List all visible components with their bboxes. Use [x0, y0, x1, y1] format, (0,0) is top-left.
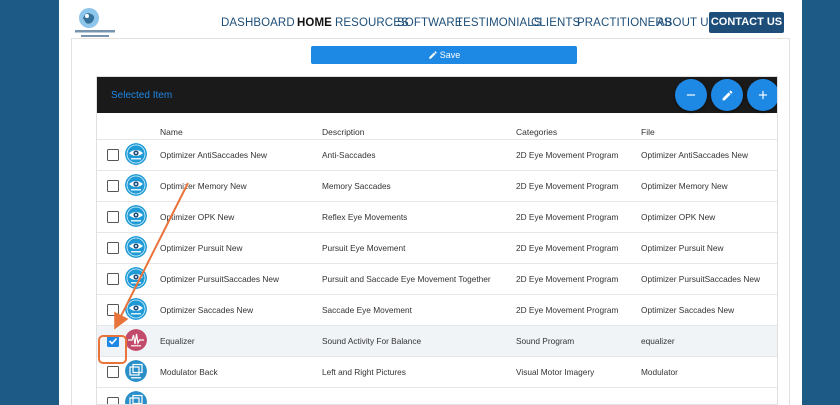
autonomous-brain-logo[interactable]	[73, 6, 117, 40]
row-name: Optimizer Saccades New	[160, 305, 254, 315]
row-description: Memory Saccades	[322, 181, 391, 191]
table-row[interactable]: Optimizer Saccades New Saccade Eye Moveme…	[97, 294, 777, 325]
row-description: Pursuit Eye Movement	[322, 243, 406, 253]
row-checkbox[interactable]	[107, 366, 119, 378]
toolbar-title: Selected Item	[111, 90, 173, 101]
row-file: Optimizer Pursuit New	[641, 243, 724, 253]
row-file: equalizer	[641, 336, 675, 346]
items-table: Selected Item Name Description Categorie…	[96, 76, 778, 405]
row-checkbox[interactable]	[107, 180, 119, 192]
row-name: Optimizer OPK New	[160, 212, 235, 222]
table-row[interactable]: Modulator Back Left and Right Pictures Vis…	[97, 356, 777, 387]
row-file: Optimizer Saccades New	[641, 305, 735, 315]
row-name: Optimizer Memory New	[160, 181, 247, 191]
row-category: 2D Eye Movement Program	[516, 305, 619, 315]
nav-dashboard[interactable]: DASHBOARD	[221, 17, 295, 29]
row-name: Equalizer	[160, 336, 195, 346]
row-description: Reflex Eye Movements	[322, 212, 408, 222]
row-description: Anti-Saccades	[322, 150, 376, 160]
table-toolbar: Selected Item	[97, 77, 777, 113]
row-description: Saccade Eye Movement	[322, 305, 412, 315]
row-category: 2D Eye Movement Program	[516, 181, 619, 191]
row-file: Optimizer Memory New	[641, 181, 728, 191]
check-icon	[108, 337, 118, 345]
table-row[interactable]: Optimizer PursuitSaccades New Pursuit and…	[97, 263, 777, 294]
table-row[interactable]: Optimizer Pursuit New Pursuit Eye Movemen…	[97, 232, 777, 263]
save-button[interactable]: Save	[311, 46, 577, 64]
edit-button[interactable]	[711, 79, 743, 111]
row-checkbox[interactable]	[107, 335, 119, 347]
column-header-categories[interactable]: Categories	[516, 127, 557, 137]
pencil-icon	[428, 51, 437, 59]
contact-us-button[interactable]: CONTACT US	[709, 12, 784, 33]
row-checkbox[interactable]	[107, 273, 119, 285]
nav-about-us[interactable]: ABOUT US	[657, 17, 716, 29]
row-checkbox[interactable]	[107, 304, 119, 316]
row-category: 2D Eye Movement Program	[516, 150, 619, 160]
table-row[interactable]: Equalizer Sound Activity For Balance Sound…	[97, 325, 777, 356]
pencil-icon	[722, 90, 732, 100]
row-description: Sound Activity For Balance	[322, 336, 422, 346]
add-button[interactable]	[747, 79, 777, 111]
table-row[interactable]: Optimizer AntiSaccades New Anti-Saccades 2…	[97, 139, 777, 170]
row-name: Optimizer PursuitSaccades New	[160, 274, 279, 284]
save-label: Save	[439, 50, 461, 60]
row-category: Visual Motor Imagery	[516, 367, 595, 377]
row-file: Optimizer OPK New	[641, 212, 716, 222]
row-category: 2D Eye Movement Program	[516, 212, 619, 222]
column-header-name[interactable]: Name	[160, 127, 183, 137]
row-name: Optimizer AntiSaccades New	[160, 150, 267, 160]
eye-icon	[125, 174, 147, 196]
row-file: Optimizer PursuitSaccades New	[641, 274, 760, 284]
nav-testimonials[interactable]: TESTIMONIALS	[456, 17, 542, 29]
row-checkbox[interactable]	[107, 242, 119, 254]
row-file: Modulator	[641, 367, 678, 377]
sound-wave-icon	[125, 329, 147, 351]
page: DASHBOARD HOME RESOURCES SOFTWARE TESTIM…	[59, 0, 802, 405]
row-file: Optimizer AntiSaccades New	[641, 150, 748, 160]
table-row[interactable]: Optimizer Memory New Memory Saccades 2D Ey…	[97, 170, 777, 201]
row-category: Sound Program	[516, 336, 575, 346]
row-category: 2D Eye Movement Program	[516, 243, 619, 253]
row-description: Left and Right Pictures	[322, 367, 406, 377]
remove-button[interactable]	[675, 79, 707, 111]
nav-software[interactable]: SOFTWARE	[397, 17, 463, 29]
row-checkbox[interactable]	[107, 211, 119, 223]
row-name: Optimizer Pursuit New	[160, 243, 243, 253]
table-row[interactable]: Optimizer OPK New Reflex Eye Movements 2D …	[97, 201, 777, 232]
column-header-file[interactable]: File	[641, 127, 655, 137]
nav-home[interactable]: HOME	[297, 17, 332, 29]
eye-icon	[125, 205, 147, 227]
eye-icon	[125, 267, 147, 289]
row-category: 2D Eye Movement Program	[516, 274, 619, 284]
pictures-icon	[125, 391, 147, 404]
pictures-icon	[125, 360, 147, 382]
eye-icon	[125, 143, 147, 165]
row-checkbox[interactable]	[107, 397, 119, 404]
row-checkbox[interactable]	[107, 149, 119, 161]
column-header-description[interactable]: Description	[322, 127, 365, 137]
row-name: Modulator Back	[160, 367, 218, 377]
eye-icon	[125, 298, 147, 320]
eye-icon	[125, 236, 147, 258]
minus-icon	[686, 94, 696, 96]
table-row[interactable]	[97, 387, 777, 404]
nav-clients[interactable]: CLIENTS	[531, 17, 580, 29]
plus-icon	[758, 90, 768, 100]
row-description: Pursuit and Saccade Eye Movement Togethe…	[322, 274, 491, 284]
